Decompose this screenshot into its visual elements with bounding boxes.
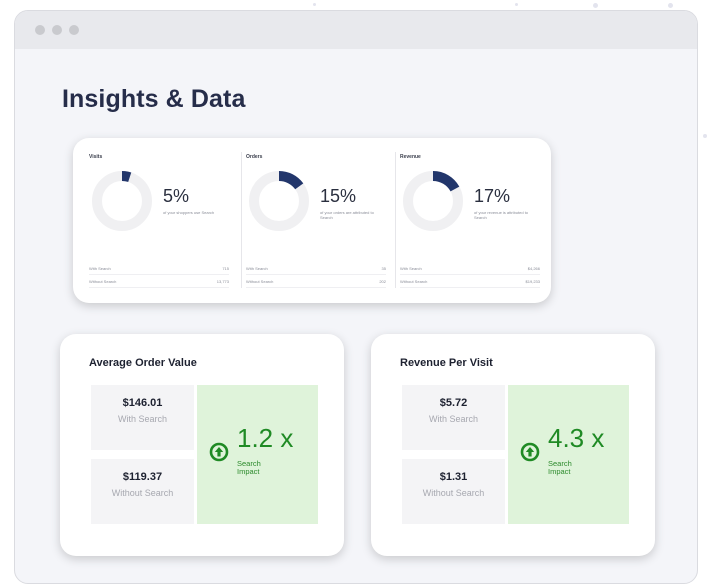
metric-row-label: With Search bbox=[246, 265, 268, 271]
metric-row-value: 35 bbox=[381, 265, 386, 271]
arrow-up-circle-icon bbox=[209, 442, 229, 462]
window-titlebar bbox=[15, 11, 697, 49]
stat-label: With Search bbox=[117, 414, 168, 424]
metric-description: of your orders are attributed to Search bbox=[320, 210, 374, 220]
with-search-stat: $5.72 With Search bbox=[402, 385, 505, 450]
browser-window: Insights & Data Visits 5% of your shoppe… bbox=[14, 10, 698, 584]
impact-value: 1.2 x bbox=[237, 423, 293, 454]
metric-row: With Search 715 bbox=[89, 262, 229, 275]
metric-row-value: $4,266 bbox=[527, 265, 540, 271]
impact-number: 1.2 bbox=[237, 423, 274, 453]
metric-label: Visits bbox=[89, 154, 103, 160]
without-search-stat: $1.31 Without Search bbox=[402, 459, 505, 524]
metric-row-value: 202 bbox=[379, 278, 386, 284]
background-dot bbox=[313, 3, 316, 6]
stat-label: With Search bbox=[428, 414, 479, 424]
metric-row-label: With Search bbox=[89, 265, 111, 271]
average-order-value-card: Average Order Value $146.01 With Search … bbox=[60, 334, 344, 556]
metric-description: of your shoppers use Search bbox=[163, 210, 215, 215]
metric-label: Revenue bbox=[400, 154, 421, 160]
metric-row: Without Search 13,773 bbox=[89, 275, 229, 288]
window-control-dot[interactable] bbox=[35, 25, 45, 35]
card-title: Average Order Value bbox=[89, 357, 197, 369]
window-control-dot[interactable] bbox=[52, 25, 62, 35]
background-dot bbox=[515, 3, 518, 6]
metric-percent: 15% bbox=[320, 186, 357, 206]
with-search-stat: $146.01 With Search bbox=[91, 385, 194, 450]
metrics-summary-card: Visits 5% of your shoppers use Search Wi… bbox=[73, 138, 551, 303]
page-title: Insights & Data bbox=[62, 85, 246, 113]
metric-row-label: Without Search bbox=[400, 278, 428, 284]
stat-value: $1.31 bbox=[439, 471, 468, 483]
without-search-stat: $119.37 Without Search bbox=[91, 459, 194, 524]
metric-percent: 5% bbox=[163, 186, 190, 206]
metric-row-value: 13,773 bbox=[216, 278, 229, 284]
metric-row: With Search $4,266 bbox=[400, 262, 540, 275]
metric-row: With Search 35 bbox=[246, 262, 386, 275]
metric-row-value: 715 bbox=[222, 265, 229, 271]
background-dot bbox=[593, 3, 598, 8]
metric-row-label: With Search bbox=[400, 265, 422, 271]
impact-unit: x bbox=[591, 423, 605, 453]
revenue-per-visit-card: Revenue Per Visit $5.72 With Search $1.3… bbox=[371, 334, 655, 556]
orders-donut-chart bbox=[249, 171, 309, 231]
background-dot bbox=[703, 134, 707, 138]
stat-label: Without Search bbox=[111, 488, 174, 498]
arrow-up-circle-icon bbox=[520, 442, 540, 462]
metric-row: Without Search $19,233 bbox=[400, 275, 540, 288]
metric-orders: Orders 15% of your orders are attributed… bbox=[241, 152, 392, 288]
metric-percent: 17% bbox=[474, 186, 511, 206]
metric-visits: Visits 5% of your shoppers use Search Wi… bbox=[85, 152, 235, 288]
stat-value: $5.72 bbox=[439, 397, 468, 409]
metric-row-label: Without Search bbox=[89, 278, 117, 284]
metric-row-value: $19,233 bbox=[525, 278, 540, 284]
metric-revenue: Revenue 17% of your revenue is attribute… bbox=[395, 152, 546, 288]
stat-value: $119.37 bbox=[122, 471, 163, 483]
impact-number: 4.3 bbox=[548, 423, 585, 453]
metric-description: of your revenue is attributed to Search bbox=[474, 210, 529, 220]
stat-value: $146.01 bbox=[122, 397, 163, 409]
revenue-donut-chart bbox=[403, 171, 463, 231]
stat-label: Without Search bbox=[422, 488, 485, 498]
background-dot bbox=[668, 3, 673, 8]
impact-unit: x bbox=[280, 423, 294, 453]
window-control-dot[interactable] bbox=[69, 25, 79, 35]
metric-label: Orders bbox=[246, 154, 263, 160]
impact-label: Search Impact bbox=[237, 459, 261, 476]
impact-label: Search Impact bbox=[548, 459, 572, 476]
metric-row-label: Without Search bbox=[246, 278, 274, 284]
metric-row: Without Search 202 bbox=[246, 275, 386, 288]
impact-value: 4.3 x bbox=[548, 423, 604, 454]
card-title: Revenue Per Visit bbox=[400, 357, 493, 369]
search-impact-box: 1.2 x Search Impact bbox=[197, 385, 318, 524]
visits-donut-chart bbox=[92, 171, 152, 231]
search-impact-box: 4.3 x Search Impact bbox=[508, 385, 629, 524]
